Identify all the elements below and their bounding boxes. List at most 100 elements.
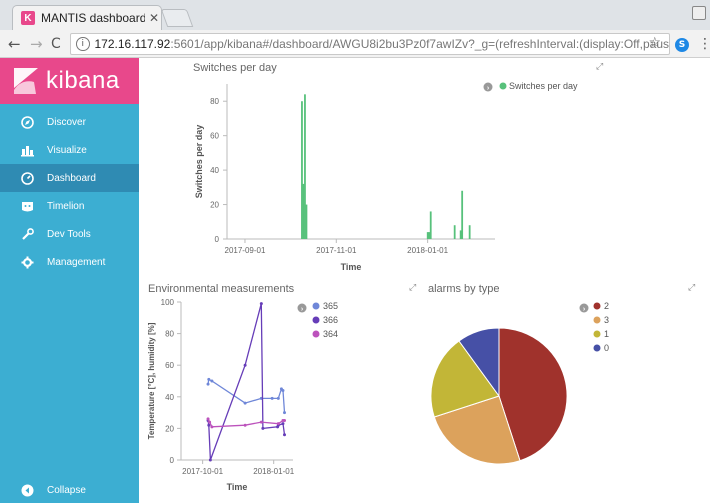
collapse-label: Collapse [47, 484, 86, 496]
y-axis-label: Temperature [°C], humidity [%] [147, 322, 156, 439]
sidebar-collapse-button[interactable]: Collapse [0, 476, 139, 504]
kibana-logo[interactable]: kibana [0, 58, 139, 104]
sidebar-item-label: Discover [47, 116, 86, 128]
sidebar-item-visualize[interactable]: Visualize [0, 136, 139, 164]
legend-swatch [312, 330, 320, 338]
sidebar-item-label: Management [47, 256, 106, 268]
bar-chart-icon [20, 143, 34, 157]
kibana-sidebar: kibana Discover Visualize Dashboard Time… [0, 58, 139, 503]
x-tick-label: 2018-01-01 [253, 467, 294, 476]
legend-swatch [593, 302, 601, 310]
alarms-panel-title: alarms by type [428, 283, 500, 295]
browser-tab-bar: K MANTIS dashboard ✕ [0, 0, 710, 30]
environmental-measurements-chart: 0 20 40 60 80 100 2017-10-01 2018-01-01 Time Temp… [147, 298, 338, 492]
y-tick-label: 60 [165, 361, 174, 370]
collapse-arrow-icon [20, 483, 34, 497]
y-tick-label: 80 [165, 330, 174, 339]
legend-swatch [312, 316, 320, 324]
switches-panel-title: Switches per day [193, 62, 277, 74]
legend-swatch [593, 330, 601, 338]
legend-entry: 3 [604, 315, 609, 325]
compass-icon [20, 115, 34, 129]
data-point [206, 382, 210, 386]
data-point [276, 396, 280, 400]
data-point [276, 422, 280, 426]
wrench-icon [20, 227, 34, 241]
data-point [259, 420, 263, 424]
data-point [210, 425, 214, 429]
legend-entry: 0 [604, 343, 609, 353]
dashboard-icon [20, 171, 34, 185]
data-point [208, 458, 212, 462]
legend-entry: 2 [604, 301, 609, 311]
data-point [283, 411, 287, 415]
y-tick-label: 40 [165, 393, 174, 402]
data-point [243, 423, 247, 427]
switches-per-day-chart: 0 20 40 60 80 2017-09-01 2017-11-01 2018-01-01 T… [194, 81, 578, 272]
sidebar-item-discover[interactable]: Discover [0, 108, 139, 136]
x-axis-label: Time [227, 482, 248, 492]
data-point [243, 363, 247, 367]
x-tick-label: 2017-10-01 [182, 467, 223, 476]
data-point [206, 417, 210, 421]
y-axis-label: Switches per day [194, 125, 204, 199]
bar [468, 225, 471, 239]
expand-panel-icon[interactable]: ⤢ [596, 62, 603, 72]
y-tick-label: 60 [210, 132, 219, 141]
tab-close-icon[interactable]: ✕ [149, 11, 159, 25]
bookmark-star-icon[interactable]: ☆ [648, 35, 661, 51]
y-tick-label: 20 [210, 201, 219, 210]
legend-entry: Switches per day [509, 81, 578, 91]
forward-arrow-icon[interactable]: → [30, 36, 43, 52]
y-tick-label: 0 [170, 456, 175, 465]
site-info-icon[interactable]: i [76, 37, 90, 51]
x-tick-label: 2017-09-01 [225, 246, 266, 255]
data-point [261, 426, 265, 430]
new-tab-button[interactable] [160, 9, 194, 27]
y-tick-label: 80 [210, 97, 219, 106]
data-point [208, 420, 212, 424]
url-path: :5601/app/kibana#/dashboard/AWGU8i2bu3Pz… [170, 37, 669, 51]
legend-entry: 365 [323, 301, 338, 311]
data-point [270, 396, 274, 400]
tab-title: MANTIS dashboard [41, 11, 145, 25]
extension-icon[interactable]: S [675, 38, 689, 52]
legend-swatch [312, 302, 320, 310]
x-tick-label: 2018-01-01 [407, 246, 448, 255]
y-tick-label: 100 [161, 298, 175, 307]
browser-menu-icon[interactable]: ⋮ [698, 37, 710, 51]
sidebar-item-label: Dashboard [47, 172, 96, 184]
bar [305, 204, 308, 239]
profile-icon[interactable] [692, 6, 706, 20]
back-arrow-icon[interactable]: ← [8, 36, 21, 52]
sidebar-item-label: Timelion [47, 200, 85, 212]
reload-icon[interactable]: C [51, 36, 61, 52]
expand-panel-icon[interactable]: ⤢ [688, 283, 695, 293]
x-tick-label: 2017-11-01 [316, 246, 357, 255]
environment-panel-title: Environmental measurements [148, 283, 295, 295]
x-axis-label: Time [341, 262, 362, 272]
bar [453, 225, 456, 239]
expand-panel-icon[interactable]: ⤢ [409, 283, 416, 293]
data-point [207, 423, 211, 427]
gear-icon [20, 255, 34, 269]
browser-toolbar: ← → C i 172.16.117.92:5601/app/kibana#/d… [0, 30, 710, 58]
browser-tab[interactable]: K MANTIS dashboard ✕ [12, 5, 162, 30]
sidebar-item-dashboard[interactable]: Dashboard [0, 164, 139, 192]
sidebar-item-management[interactable]: Management [0, 248, 139, 276]
bar [461, 190, 464, 239]
address-bar[interactable]: i 172.16.117.92:5601/app/kibana#/dashboa… [70, 33, 670, 55]
sidebar-item-dev-tools[interactable]: Dev Tools [0, 220, 139, 248]
legend-swatch [593, 344, 601, 352]
legend-entry: 366 [323, 315, 338, 325]
sidebar-item-label: Visualize [47, 144, 87, 156]
sidebar-item-label: Dev Tools [47, 228, 91, 240]
data-point [210, 379, 214, 383]
sidebar-item-timelion[interactable]: Timelion [0, 192, 139, 220]
legend-swatch [593, 316, 601, 324]
y-tick-label: 0 [215, 235, 220, 244]
legend-entry: 364 [323, 329, 338, 339]
url-host: 172.16.117.92 [94, 37, 171, 51]
data-point [283, 433, 287, 437]
data-point [259, 302, 263, 306]
